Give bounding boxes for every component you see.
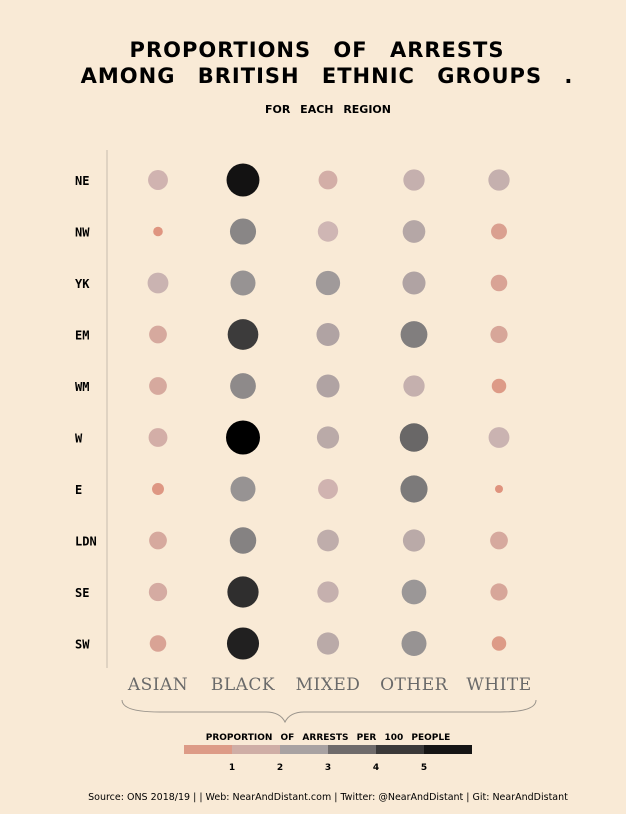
dot-ne-asian [148,170,168,190]
region-label-ldn: LDN [75,535,97,549]
dot-e-black [230,476,256,502]
group-label-asian: ASIAN [127,675,188,695]
dot-se-asian [148,582,168,602]
dot-yk-black [230,270,256,296]
chart-title-line-2: AMONG BRITISH ETHNIC GROUPS . [81,64,574,88]
legend-swatch-4 [328,745,376,754]
dot-nw-white [491,223,507,240]
legend-swatch-2 [232,745,280,754]
dot-w-mixed [316,426,340,449]
legend-tick-3: 3 [325,763,331,773]
chart-canvas: PROPORTIONS OF ARRESTS AMONG BRITISH ETH… [75,38,574,803]
dot-wm-black [230,373,256,399]
dot-e-asian [152,483,164,495]
dot-nw-black [229,218,257,245]
legend-swatch-5 [376,745,424,754]
dot-w-black [226,420,260,455]
dot-sw-mixed [316,632,340,655]
region-label-em: EM [75,329,89,343]
dot-se-mixed [317,581,339,603]
dot-em-mixed [316,322,340,347]
dot-em-other [400,321,428,348]
source-credits: Source: ONS 2018/19 | | Web: NearAndDist… [88,792,568,803]
region-label-se: SE [75,586,89,600]
dot-sw-asian [149,635,167,652]
dot-sw-white [491,636,507,651]
dot-yk-other [402,271,426,295]
dot-sw-black [226,627,260,660]
group-label-other: OTHER [380,675,449,695]
dot-yk-asian [147,272,169,294]
dot-ne-other [403,169,425,191]
dot-e-mixed [318,479,338,499]
chart-title-line-1: PROPORTIONS OF ARRESTS [130,38,505,62]
legend-swatch-3 [280,745,328,754]
region-label-sw: SW [75,638,90,652]
legend-title: PROPORTION OF ARRESTS PER 100 PEOPLE [206,733,451,743]
group-labels: ASIAN BLACK MIXED OTHER WHITE [127,675,531,695]
dot-nw-mixed [317,221,339,242]
dot-ldn-black [229,527,257,554]
dot-se-other [401,579,427,605]
chart-subtitle: FOR EACH REGION [265,103,391,116]
legend-ticks: 1 2 3 4 5 [229,763,427,773]
group-label-white: WHITE [466,675,531,695]
dot-ldn-mixed [317,529,339,552]
dot-yk-mixed [315,270,341,296]
group-label-mixed: MIXED [296,675,361,695]
dot-ne-black [226,163,260,197]
data-points [147,163,510,660]
dot-w-other [399,423,429,452]
dot-se-black [227,576,259,608]
legend-tick-1: 1 [229,763,235,773]
dot-em-asian [149,325,167,344]
legend-tick-5: 5 [421,763,427,773]
legend-color-bar [184,745,472,754]
dot-ldn-asian [149,531,167,550]
dot-e-other [400,475,428,503]
dot-nw-other [402,220,426,243]
dot-em-white [490,325,508,344]
dot-em-black [227,319,259,350]
dot-wm-other [403,375,425,397]
dot-wm-mixed [316,374,340,398]
legend-tick-4: 4 [373,763,379,773]
dot-wm-asian [149,377,167,395]
region-label-wm: WM [75,380,89,394]
dot-w-asian [148,428,168,447]
dot-ne-mixed [318,170,338,190]
dot-ldn-white [490,531,508,550]
dot-ldn-other [402,529,426,552]
dot-w-white [488,427,510,448]
dot-e-white [495,485,503,493]
dot-sw-other [401,630,427,657]
region-label-nw: NW [75,226,90,240]
dot-yk-white [490,274,508,292]
dot-wm-white [491,378,507,394]
region-label-ne: NE [75,174,89,188]
group-brace [121,699,537,724]
region-label-yk: YK [75,277,90,291]
dot-se-white [490,583,508,601]
region-label-w: W [75,432,83,446]
dot-nw-asian [153,226,163,237]
legend-tick-2: 2 [277,763,283,773]
region-labels: NE NW YK EM WM W E LDN SE SW [75,174,97,652]
dot-ne-white [488,169,510,191]
legend-swatch-6 [424,745,472,754]
region-label-e: E [75,483,82,497]
group-label-black: BLACK [211,675,275,695]
legend-swatch-1 [184,745,232,754]
